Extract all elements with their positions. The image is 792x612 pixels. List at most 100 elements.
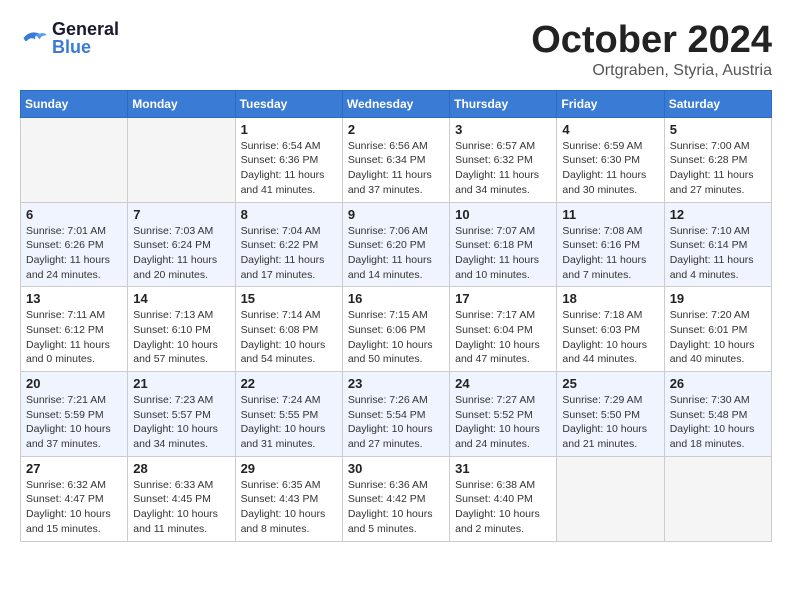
table-row: 29 Sunrise: 6:35 AMSunset: 4:43 PMDayligh…	[235, 456, 342, 541]
table-row: 31 Sunrise: 6:38 AMSunset: 4:40 PMDayligh…	[450, 456, 557, 541]
day-info: Sunrise: 7:10 AMSunset: 6:14 PMDaylight:…	[670, 224, 766, 283]
day-info: Sunrise: 7:13 AMSunset: 6:10 PMDaylight:…	[133, 308, 229, 367]
table-row: 1 Sunrise: 6:54 AMSunset: 6:36 PMDaylight…	[235, 117, 342, 202]
day-number: 20	[26, 376, 122, 391]
day-info: Sunrise: 7:26 AMSunset: 5:54 PMDaylight:…	[348, 393, 444, 452]
day-info: Sunrise: 7:17 AMSunset: 6:04 PMDaylight:…	[455, 308, 551, 367]
table-row: 22 Sunrise: 7:24 AMSunset: 5:55 PMDayligh…	[235, 372, 342, 457]
day-number: 10	[455, 207, 551, 222]
table-row: 27Sunrise: 6:32 AMSunset: 4:47 PMDayligh…	[21, 456, 128, 541]
table-row: 6 Sunrise: 7:01 AMSunset: 6:26 PMDaylight…	[21, 202, 128, 287]
month-title: October 2024	[531, 20, 772, 62]
day-number: 23	[348, 376, 444, 391]
day-number: 26	[670, 376, 766, 391]
col-wednesday: Wednesday	[342, 90, 449, 117]
calendar-week-row: 6 Sunrise: 7:01 AMSunset: 6:26 PMDaylight…	[21, 202, 772, 287]
day-number: 28	[133, 461, 229, 476]
table-row: 23 Sunrise: 7:26 AMSunset: 5:54 PMDayligh…	[342, 372, 449, 457]
day-number: 30	[348, 461, 444, 476]
day-number: 19	[670, 291, 766, 306]
day-number: 18	[562, 291, 658, 306]
logo: General Blue	[20, 20, 119, 56]
table-row	[557, 456, 664, 541]
table-row: 13Sunrise: 7:11 AMSunset: 6:12 PMDayligh…	[21, 287, 128, 372]
table-row: 9Sunrise: 7:06 AMSunset: 6:20 PMDaylight…	[342, 202, 449, 287]
day-number: 8	[241, 207, 337, 222]
day-info: Sunrise: 6:35 AMSunset: 4:43 PMDaylight:…	[241, 478, 337, 537]
day-number: 5	[670, 122, 766, 137]
day-number: 25	[562, 376, 658, 391]
table-row: 5Sunrise: 7:00 AMSunset: 6:28 PMDaylight…	[664, 117, 771, 202]
calendar-week-row: 20 Sunrise: 7:21 AMSunset: 5:59 PMDayligh…	[21, 372, 772, 457]
header: General Blue October 2024 Ortgraben, Sty…	[20, 20, 772, 80]
day-number: 31	[455, 461, 551, 476]
day-info: Sunrise: 6:36 AMSunset: 4:42 PMDaylight:…	[348, 478, 444, 537]
table-row: 4Sunrise: 6:59 AMSunset: 6:30 PMDaylight…	[557, 117, 664, 202]
day-number: 27	[26, 461, 122, 476]
logo-bird-icon	[20, 28, 48, 48]
table-row: 26 Sunrise: 7:30 AMSunset: 5:48 PMDayligh…	[664, 372, 771, 457]
day-number: 21	[133, 376, 229, 391]
day-info: Sunrise: 7:06 AMSunset: 6:20 PMDaylight:…	[348, 224, 444, 283]
col-thursday: Thursday	[450, 90, 557, 117]
table-row: 25Sunrise: 7:29 AMSunset: 5:50 PMDayligh…	[557, 372, 664, 457]
calendar-week-row: 1 Sunrise: 6:54 AMSunset: 6:36 PMDaylight…	[21, 117, 772, 202]
table-row: 28Sunrise: 6:33 AMSunset: 4:45 PMDayligh…	[128, 456, 235, 541]
calendar-table: Sunday Monday Tuesday Wednesday Thursday…	[20, 90, 772, 542]
logo-blue: Blue	[52, 38, 119, 56]
day-info: Sunrise: 7:21 AMSunset: 5:59 PMDaylight:…	[26, 393, 122, 452]
table-row: 3Sunrise: 6:57 AMSunset: 6:32 PMDaylight…	[450, 117, 557, 202]
table-row: 18 Sunrise: 7:18 AMSunset: 6:03 PMDayligh…	[557, 287, 664, 372]
day-info: Sunrise: 7:23 AMSunset: 5:57 PMDaylight:…	[133, 393, 229, 452]
day-number: 14	[133, 291, 229, 306]
day-number: 15	[241, 291, 337, 306]
col-sunday: Sunday	[21, 90, 128, 117]
table-row	[21, 117, 128, 202]
day-info: Sunrise: 7:11 AMSunset: 6:12 PMDaylight:…	[26, 308, 122, 367]
day-info: Sunrise: 7:07 AMSunset: 6:18 PMDaylight:…	[455, 224, 551, 283]
day-info: Sunrise: 7:04 AMSunset: 6:22 PMDaylight:…	[241, 224, 337, 283]
table-row: 10 Sunrise: 7:07 AMSunset: 6:18 PMDayligh…	[450, 202, 557, 287]
col-saturday: Saturday	[664, 90, 771, 117]
table-row: 19Sunrise: 7:20 AMSunset: 6:01 PMDayligh…	[664, 287, 771, 372]
day-number: 29	[241, 461, 337, 476]
col-friday: Friday	[557, 90, 664, 117]
day-number: 11	[562, 207, 658, 222]
location-subtitle: Ortgraben, Styria, Austria	[531, 62, 772, 80]
table-row	[128, 117, 235, 202]
table-row: 12 Sunrise: 7:10 AMSunset: 6:14 PMDayligh…	[664, 202, 771, 287]
day-number: 16	[348, 291, 444, 306]
day-number: 17	[455, 291, 551, 306]
day-number: 22	[241, 376, 337, 391]
day-info: Sunrise: 7:24 AMSunset: 5:55 PMDaylight:…	[241, 393, 337, 452]
calendar-week-row: 27Sunrise: 6:32 AMSunset: 4:47 PMDayligh…	[21, 456, 772, 541]
day-info: Sunrise: 6:56 AMSunset: 6:34 PMDaylight:…	[348, 139, 444, 198]
day-info: Sunrise: 7:08 AMSunset: 6:16 PMDaylight:…	[562, 224, 658, 283]
day-info: Sunrise: 7:15 AMSunset: 6:06 PMDaylight:…	[348, 308, 444, 367]
day-number: 6	[26, 207, 122, 222]
table-row: 30 Sunrise: 6:36 AMSunset: 4:42 PMDayligh…	[342, 456, 449, 541]
day-info: Sunrise: 7:18 AMSunset: 6:03 PMDaylight:…	[562, 308, 658, 367]
table-row: 20 Sunrise: 7:21 AMSunset: 5:59 PMDayligh…	[21, 372, 128, 457]
day-info: Sunrise: 7:01 AMSunset: 6:26 PMDaylight:…	[26, 224, 122, 283]
day-number: 3	[455, 122, 551, 137]
table-row: 11 Sunrise: 7:08 AMSunset: 6:16 PMDayligh…	[557, 202, 664, 287]
day-info: Sunrise: 7:27 AMSunset: 5:52 PMDaylight:…	[455, 393, 551, 452]
table-row: 21 Sunrise: 7:23 AMSunset: 5:57 PMDayligh…	[128, 372, 235, 457]
day-info: Sunrise: 7:30 AMSunset: 5:48 PMDaylight:…	[670, 393, 766, 452]
day-info: Sunrise: 7:14 AMSunset: 6:08 PMDaylight:…	[241, 308, 337, 367]
day-info: Sunrise: 6:54 AMSunset: 6:36 PMDaylight:…	[241, 139, 337, 198]
logo-general: General	[52, 19, 119, 39]
table-row: 16 Sunrise: 7:15 AMSunset: 6:06 PMDayligh…	[342, 287, 449, 372]
calendar-header-row: Sunday Monday Tuesday Wednesday Thursday…	[21, 90, 772, 117]
table-row: 7Sunrise: 7:03 AMSunset: 6:24 PMDaylight…	[128, 202, 235, 287]
day-number: 12	[670, 207, 766, 222]
col-monday: Monday	[128, 90, 235, 117]
day-number: 1	[241, 122, 337, 137]
table-row	[664, 456, 771, 541]
table-row: 24Sunrise: 7:27 AMSunset: 5:52 PMDayligh…	[450, 372, 557, 457]
day-info: Sunrise: 6:38 AMSunset: 4:40 PMDaylight:…	[455, 478, 551, 537]
day-info: Sunrise: 7:03 AMSunset: 6:24 PMDaylight:…	[133, 224, 229, 283]
table-row: 8 Sunrise: 7:04 AMSunset: 6:22 PMDaylight…	[235, 202, 342, 287]
table-row: 17 Sunrise: 7:17 AMSunset: 6:04 PMDayligh…	[450, 287, 557, 372]
